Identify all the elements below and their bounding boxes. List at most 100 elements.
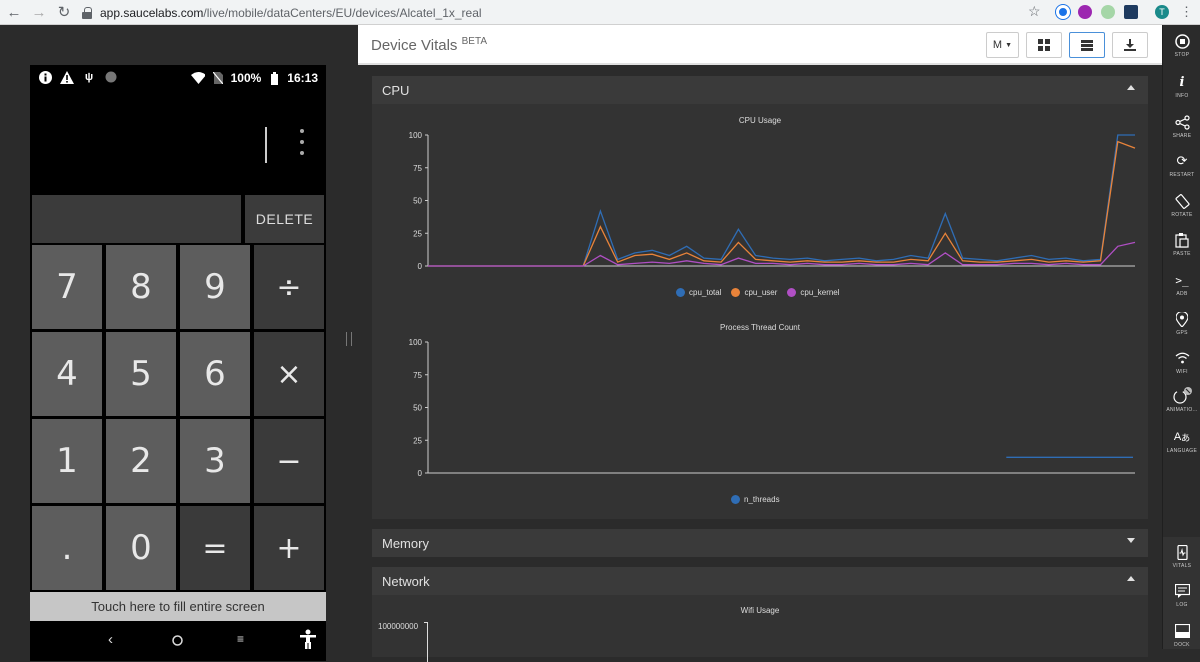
key-divide[interactable]: ÷ xyxy=(254,245,324,329)
android-nav-bar: ‹ ≡ xyxy=(30,621,326,661)
result-field xyxy=(32,195,241,243)
key-minus[interactable]: − xyxy=(254,419,324,503)
network-section-header[interactable]: Network xyxy=(372,567,1148,595)
collapse-caret-icon[interactable] xyxy=(1127,85,1135,90)
vitals-tool[interactable]: VITALS xyxy=(1163,542,1200,580)
key-5[interactable]: 5 xyxy=(106,332,176,416)
interval-dropdown[interactable]: M ▼ xyxy=(986,32,1019,58)
key-4[interactable]: 4 xyxy=(32,332,102,416)
nav-recents-icon[interactable]: ≡ xyxy=(237,632,244,646)
paste-tool[interactable]: PASTE xyxy=(1163,230,1200,268)
adb-tool[interactable]: >_ ADB xyxy=(1163,270,1200,308)
y-tick-label: 75 xyxy=(413,371,422,380)
extension-icon[interactable] xyxy=(1101,5,1115,19)
rotate-icon xyxy=(1174,191,1190,211)
wifi-tool[interactable]: WIFI xyxy=(1163,348,1200,386)
dock-tool[interactable]: DOCK xyxy=(1163,621,1200,659)
formula-row: DELETE xyxy=(30,193,326,245)
key-3[interactable]: 3 xyxy=(180,419,250,503)
extension-icon[interactable] xyxy=(1124,5,1138,19)
stop-tool[interactable]: STOP xyxy=(1163,31,1200,69)
location-pin-icon xyxy=(1176,309,1188,329)
y-tick-label: 25 xyxy=(413,229,422,238)
thread-count-chart: 0 25 50 75 100 xyxy=(409,338,1135,478)
key-9[interactable]: 9 xyxy=(180,245,250,329)
key-7[interactable]: 7 xyxy=(32,245,102,329)
key-decimal[interactable]: . xyxy=(32,506,102,590)
terminal-icon: >_ xyxy=(1175,273,1189,287)
warning-icon xyxy=(60,70,74,84)
log-tool[interactable]: LOG xyxy=(1163,581,1200,619)
address-bar[interactable]: app.saucelabs.com/live/mobile/dataCenter… xyxy=(78,3,1048,22)
memory-section-title: Memory xyxy=(382,535,429,551)
url-domain: app.saucelabs.com xyxy=(100,5,204,20)
restart-tool[interactable]: ⟳ RESTART xyxy=(1163,151,1200,189)
page-title: Device Vitals BETA xyxy=(371,36,487,54)
nav-back-icon[interactable]: ‹ xyxy=(108,631,113,648)
menu-icon[interactable]: ⋮ xyxy=(1180,4,1193,20)
gps-tool[interactable]: GPS xyxy=(1163,309,1200,347)
legend-swatch xyxy=(731,495,740,504)
key-8[interactable]: 8 xyxy=(106,245,176,329)
no-sim-icon xyxy=(211,71,225,85)
calculator-display[interactable] xyxy=(30,91,326,193)
text-cursor xyxy=(265,127,267,163)
collapse-caret-icon[interactable] xyxy=(1127,576,1135,581)
memory-section-header[interactable]: Memory xyxy=(372,529,1148,557)
url-path: /live/mobile/dataCenters/EU/devices/Alca… xyxy=(203,5,482,20)
rotate-tool[interactable]: ROTATE xyxy=(1163,191,1200,229)
wifi-y-tick: 100000000 xyxy=(378,622,419,631)
forward-icon[interactable]: → xyxy=(28,1,50,23)
key-6[interactable]: 6 xyxy=(180,332,250,416)
key-multiply[interactable]: × xyxy=(254,332,324,416)
cpu-section: CPU CPU Usage 0 25 50 75 100 cpu_total cpu_u… xyxy=(372,76,1148,519)
cpu-legend: cpu_total cpu_user cpu_kernel xyxy=(676,288,840,297)
nav-home-icon[interactable] xyxy=(172,633,183,650)
key-2[interactable]: 2 xyxy=(106,419,176,503)
info-icon xyxy=(38,70,52,84)
bookmark-star-icon[interactable]: ☆ xyxy=(1028,3,1041,20)
network-section: Network Wifi Usage 100000000 xyxy=(372,567,1148,662)
legend-item[interactable]: cpu_user xyxy=(731,288,777,297)
legend-item[interactable]: cpu_total xyxy=(676,288,721,297)
y-tick-label: 50 xyxy=(413,197,422,206)
expand-caret-icon[interactable] xyxy=(1127,538,1135,543)
profile-avatar[interactable]: T xyxy=(1155,5,1169,19)
extension-icon[interactable] xyxy=(1078,5,1092,19)
key-plus[interactable]: + xyxy=(254,506,324,590)
key-0[interactable]: 0 xyxy=(106,506,176,590)
paste-icon xyxy=(1175,230,1189,250)
resize-handle[interactable] xyxy=(346,332,352,346)
keypad: 7 8 9 ÷ 4 5 6 × 1 2 3 − . 0 = + xyxy=(30,245,326,593)
legend-label: cpu_total xyxy=(689,288,722,297)
grid-view-button[interactable] xyxy=(1026,32,1062,58)
animations-tool[interactable]: ANIMATIO... xyxy=(1163,386,1200,424)
share-tool[interactable]: SHARE xyxy=(1163,112,1200,150)
reload-icon[interactable]: ↻ xyxy=(53,1,75,23)
cpu-section-header[interactable]: CPU xyxy=(372,76,1148,104)
lock-icon xyxy=(82,6,92,19)
battery-percent: 100% xyxy=(230,71,262,85)
fill-screen-bar[interactable]: Touch here to fill entire screen xyxy=(30,592,326,621)
extension-icon[interactable] xyxy=(1056,5,1070,19)
info-tool[interactable]: i INFO xyxy=(1163,72,1200,110)
delete-button[interactable]: DELETE xyxy=(245,195,324,243)
list-view-button[interactable] xyxy=(1069,32,1105,58)
key-equals[interactable]: = xyxy=(180,506,250,590)
phone-screen[interactable]: ψ 100% 16:13 DELETE 7 8 9 ÷ 4 5 6 × 1 2 … xyxy=(30,65,326,661)
cpu-section-body: CPU Usage 0 25 50 75 100 cpu_total cpu_user … xyxy=(372,104,1148,519)
legend-label: cpu_kernel xyxy=(800,288,840,297)
back-icon[interactable]: ← xyxy=(3,1,25,23)
key-1[interactable]: 1 xyxy=(32,419,102,503)
cpu-usage-chart: 0 25 50 75 100 xyxy=(409,131,1136,271)
legend-item[interactable]: n_threads xyxy=(731,495,780,504)
download-button[interactable] xyxy=(1112,32,1148,58)
legend-label: cpu_user xyxy=(744,288,778,297)
clock: 16:13 xyxy=(287,71,318,85)
accessibility-icon[interactable] xyxy=(300,629,316,653)
stop-icon xyxy=(1174,31,1190,51)
language-tool[interactable]: Aあ LANGUAGE xyxy=(1163,427,1200,465)
legend-item[interactable]: cpu_kernel xyxy=(787,288,840,297)
y-tick-label: 50 xyxy=(413,404,422,413)
overflow-menu-icon[interactable] xyxy=(298,129,306,155)
